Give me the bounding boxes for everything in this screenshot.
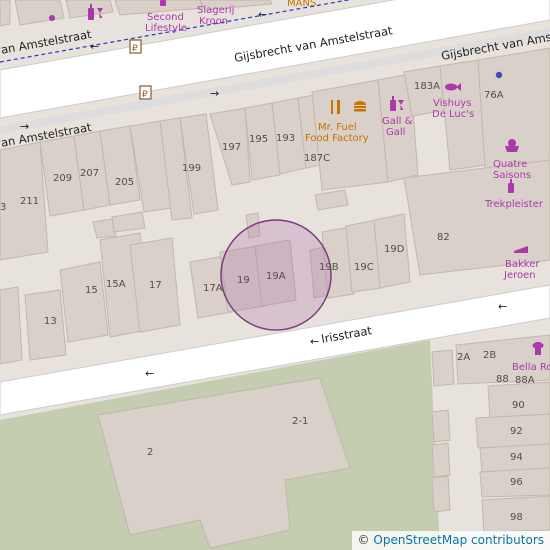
house-number: 82 — [437, 232, 450, 243]
house-number: 19D — [384, 244, 405, 255]
house-number: 187C — [304, 153, 330, 164]
building — [431, 349, 455, 387]
house-number: 205 — [115, 177, 134, 188]
house-number: 2-1 — [292, 416, 308, 427]
house-number: 15 — [85, 285, 98, 296]
house-number: 19A — [266, 271, 286, 282]
house-number: 98 — [510, 512, 523, 523]
house-number: 19B — [319, 262, 339, 273]
poi-label-slagerij-line1: Slagerij — [197, 5, 234, 16]
house-number: 195 — [249, 134, 268, 145]
svg-text:←: ← — [310, 335, 319, 348]
building — [59, 261, 109, 343]
house-number: 207 — [80, 168, 99, 179]
poi-label-bakker-line1: Bakker — [505, 259, 540, 270]
svg-text:₽: ₽ — [132, 44, 138, 54]
wine-bottle-icon — [160, 0, 166, 6]
poi-label-vishuys: Vishuys De Luc's — [432, 98, 475, 120]
poi-label-trekpleister: Trekpleister — [484, 199, 544, 210]
house-number: 13 — [44, 316, 57, 327]
house-number: 92 — [510, 426, 523, 437]
house-number: 19 — [237, 275, 250, 286]
house-number: 2 — [147, 447, 153, 458]
burger-icon — [354, 101, 366, 112]
poi-label-quatre-line1: Quatre — [493, 159, 527, 170]
house-number: 94 — [510, 452, 523, 463]
svg-text:→: → — [20, 120, 29, 133]
house-number: 183A — [414, 81, 440, 92]
bus-ticket-icon: ₽ — [129, 39, 142, 54]
poi-label-mr-fuel-line1: Mr. Fuel — [318, 122, 357, 133]
dot-icon — [495, 71, 503, 79]
svg-text:←: ← — [498, 300, 507, 313]
poi-label-slagerij-line2: Kroon — [199, 16, 228, 27]
map-attribution: © OpenStreetMap contributors — [351, 531, 550, 550]
osm-attribution-link[interactable]: OpenStreetMap contributors — [373, 533, 544, 547]
house-number: 193 — [276, 133, 295, 144]
map-view[interactable]: van Amstelstraat Gijsbrecht van Amstelst… — [0, 0, 550, 550]
copyright-symbol: © — [357, 533, 370, 547]
poi-label-second-lifestyle-line2: Lifestyle — [145, 23, 187, 34]
poi-label-quatre: Quatre Saisons — [493, 159, 531, 181]
poi-label-gall-line2: Gall — [386, 127, 405, 138]
poi-label-vishuys-line1: Vishuys — [433, 98, 471, 109]
poi-label-quatre-line2: Saisons — [493, 170, 531, 181]
house-number: 2B — [483, 350, 496, 361]
house-number: 199 — [182, 163, 201, 174]
house-number: 2A — [457, 352, 470, 363]
poi-label-mr-fuel-line2: Food Factory — [305, 133, 369, 144]
poi-label-bella: Bella Ro — [512, 362, 550, 373]
poi-label-gall-line1: Gall & — [382, 116, 413, 127]
house-number: 209 — [53, 173, 72, 184]
svg-text:←: ← — [258, 8, 267, 21]
svg-text:←: ← — [145, 367, 154, 380]
map-canvas[interactable]: van Amstelstraat Gijsbrecht van Amstelst… — [0, 0, 550, 550]
building — [0, 0, 11, 27]
poi-label-second-lifestyle-line1: Second — [147, 12, 184, 23]
svg-text:←: ← — [90, 40, 99, 53]
house-number: 76A — [484, 90, 504, 101]
building — [431, 475, 451, 513]
building — [0, 286, 23, 365]
building — [431, 409, 451, 443]
house-number: 19C — [354, 262, 374, 273]
house-number: 3 — [0, 202, 6, 213]
house-number: 88 — [496, 374, 509, 385]
building — [431, 442, 451, 478]
poi-label-vishuys-line2: De Luc's — [432, 109, 474, 120]
poi-label-mans: MANS — [287, 0, 316, 9]
house-number: 17A — [203, 283, 223, 294]
svg-text:₽: ₽ — [142, 90, 148, 100]
house-number: 88A — [515, 375, 535, 386]
poi-label-second-lifestyle: Second Lifestyle — [145, 12, 187, 34]
house-number: 90 — [512, 400, 525, 411]
dot-icon — [49, 15, 55, 21]
house-number: 96 — [510, 477, 523, 488]
house-number: 15A — [106, 279, 126, 290]
poi-label-bakker-line2: Jeroen — [503, 270, 536, 281]
house-number: 211 — [20, 196, 39, 207]
house-number: 17 — [149, 280, 162, 291]
svg-text:→: → — [210, 87, 219, 100]
house-number: 197 — [222, 142, 241, 153]
bus-ticket-icon: ₽ — [139, 85, 152, 100]
